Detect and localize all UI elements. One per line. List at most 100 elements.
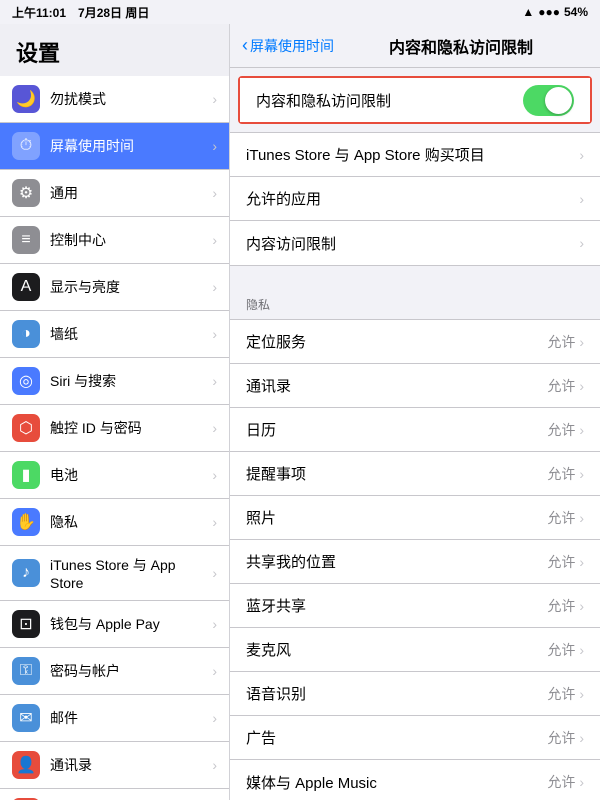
content-restriction-toggle[interactable]	[523, 85, 574, 116]
sidebar-item-label-battery: 电池	[50, 465, 212, 485]
privacy-item-0[interactable]: 定位服务允许›	[230, 320, 600, 364]
chevron-icon-contacts: ›	[212, 757, 217, 773]
privacy-item-6[interactable]: 蓝牙共享允许›	[230, 584, 600, 628]
sidebar-item-itunes[interactable]: ♪iTunes Store 与 App Store›	[0, 546, 229, 601]
purchases-chevron-2: ›	[579, 235, 584, 251]
chevron-icon-privacy: ›	[212, 514, 217, 530]
sidebar-item-label-touch-id: 触控 ID 与密码	[50, 418, 212, 438]
siri-icon: ◎	[12, 367, 40, 395]
sidebar-item-contacts[interactable]: 👤 通讯录›	[0, 742, 229, 789]
signal-icon: ●●●	[538, 5, 560, 19]
privacy-chevron-10: ›	[579, 774, 584, 790]
chevron-icon-touch-id: ›	[212, 420, 217, 436]
purchases-item-1[interactable]: 允许的应用›	[230, 177, 600, 221]
purchases-item-2[interactable]: 内容访问限制›	[230, 221, 600, 265]
privacy-item-8[interactable]: 语音识别允许›	[230, 672, 600, 716]
privacy-item-value-1: 允许	[547, 376, 575, 396]
chevron-icon-control-center: ›	[212, 232, 217, 248]
sidebar-item-label-wallpaper: 墙纸	[50, 324, 212, 344]
sidebar: 设置 🌙勿扰模式›⏱屏幕使用时间›⚙通用›≡控制中心›A显示与亮度›◑墙纸›◎S…	[0, 24, 230, 800]
sidebar-item-label-do-not-disturb: 勿扰模式	[50, 89, 212, 109]
nav-title: 内容和隐私访问限制	[334, 34, 588, 58]
chevron-icon-battery: ›	[212, 467, 217, 483]
wifi-icon: ▲	[522, 5, 534, 19]
privacy-item-2[interactable]: 日历允许›	[230, 408, 600, 452]
privacy-chevron-2: ›	[579, 422, 584, 438]
sidebar-item-display[interactable]: A显示与亮度›	[0, 264, 229, 311]
sidebar-item-label-siri: Siri 与搜索	[50, 371, 212, 391]
privacy-item-1[interactable]: 通讯录允许›	[230, 364, 600, 408]
purchases-section: iTunes Store 与 App Store 购买项目›允许的应用›内容访问…	[230, 124, 600, 266]
sidebar-item-password[interactable]: ⚿密码与帐户›	[0, 648, 229, 695]
content-restriction-label: 内容和隐私访问限制	[256, 90, 523, 111]
purchases-chevron-1: ›	[579, 191, 584, 207]
wallpaper-icon: ◑	[12, 320, 40, 348]
chevron-icon-general: ›	[212, 185, 217, 201]
privacy-chevron-8: ›	[579, 686, 584, 702]
chevron-icon-wallet: ›	[212, 616, 217, 632]
wallet-icon: ⊡	[12, 610, 40, 638]
privacy-item-label-6: 蓝牙共享	[246, 595, 547, 616]
purchases-item-0[interactable]: iTunes Store 与 App Store 购买项目›	[230, 133, 600, 177]
privacy-chevron-5: ›	[579, 554, 584, 570]
privacy-item-label-10: 媒体与 Apple Music	[246, 772, 547, 793]
control-center-icon: ≡	[12, 226, 40, 254]
purchases-list-group: iTunes Store 与 App Store 购买项目›允许的应用›内容访问…	[230, 132, 600, 266]
sidebar-item-siri[interactable]: ◎ Siri 与搜索›	[0, 358, 229, 405]
sidebar-item-wallpaper[interactable]: ◑ 墙纸›	[0, 311, 229, 358]
sidebar-item-battery[interactable]: ▮电池›	[0, 452, 229, 499]
general-icon: ⚙	[12, 179, 40, 207]
nav-back-button[interactable]: ‹ 屏幕使用时间	[242, 35, 334, 56]
privacy-chevron-6: ›	[579, 598, 584, 614]
chevron-icon-siri: ›	[212, 373, 217, 389]
privacy-item-10[interactable]: 媒体与 Apple Music允许›	[230, 760, 600, 800]
purchases-item-label-1: 允许的应用	[246, 188, 579, 209]
sidebar-item-label-control-center: 控制中心	[50, 230, 212, 250]
contacts-icon: 👤	[12, 751, 40, 779]
privacy-item-5[interactable]: 共享我的位置允许›	[230, 540, 600, 584]
chevron-icon-wallpaper: ›	[212, 326, 217, 342]
sidebar-title: 设置	[0, 24, 229, 76]
privacy-item-value-4: 允许	[547, 508, 575, 528]
sidebar-item-wallet[interactable]: ⊡ 钱包与 Apple Pay›	[0, 601, 229, 648]
sidebar-item-general[interactable]: ⚙ 通用›	[0, 170, 229, 217]
sidebar-item-control-center[interactable]: ≡ 控制中心›	[0, 217, 229, 264]
sidebar-item-calendar[interactable]: 📅日历›	[0, 789, 229, 800]
privacy-item-label-9: 广告	[246, 727, 547, 748]
sidebar-item-mail[interactable]: ✉邮件›	[0, 695, 229, 742]
sidebar-item-do-not-disturb[interactable]: 🌙勿扰模式›	[0, 76, 229, 123]
privacy-section: 隐私 定位服务允许›通讯录允许›日历允许›提醒事项允许›照片允许›共享我的位置允…	[230, 282, 600, 800]
privacy-chevron-7: ›	[579, 642, 584, 658]
mail-icon: ✉	[12, 704, 40, 732]
chevron-icon-display: ›	[212, 279, 217, 295]
privacy-item-9[interactable]: 广告允许›	[230, 716, 600, 760]
privacy-item-value-6: 允许	[547, 596, 575, 616]
sidebar-item-privacy[interactable]: ✋隐私›	[0, 499, 229, 546]
privacy-chevron-0: ›	[579, 334, 584, 350]
status-bar-left: 上午11:01 7月28日 周日	[12, 4, 149, 21]
privacy-item-label-4: 照片	[246, 507, 547, 528]
privacy-item-7[interactable]: 麦克风允许›	[230, 628, 600, 672]
privacy-item-value-8: 允许	[547, 684, 575, 704]
chevron-icon-screen-time: ›	[212, 138, 217, 154]
privacy-chevron-1: ›	[579, 378, 584, 394]
privacy-item-value-10: 允许	[547, 772, 575, 792]
privacy-icon: ✋	[12, 508, 40, 536]
content-restriction-toggle-row[interactable]: 内容和隐私访问限制	[240, 78, 590, 122]
right-panel[interactable]: ‹ 屏幕使用时间 内容和隐私访问限制 内容和隐私访问限制 iTunes Stor…	[230, 24, 600, 800]
sidebar-item-screen-time[interactable]: ⏱屏幕使用时间›	[0, 123, 229, 170]
chevron-icon-do-not-disturb: ›	[212, 91, 217, 107]
sidebar-item-label-mail: 邮件	[50, 708, 212, 728]
sidebar-item-label-wallet: 钱包与 Apple Pay	[50, 614, 212, 634]
sidebar-item-touch-id[interactable]: ⬡ 触控 ID 与密码›	[0, 405, 229, 452]
privacy-item-value-2: 允许	[547, 420, 575, 440]
privacy-item-4[interactable]: 照片允许›	[230, 496, 600, 540]
sidebar-item-label-display: 显示与亮度	[50, 277, 212, 297]
sidebar-item-label-general: 通用	[50, 183, 212, 203]
touch-id-icon: ⬡	[12, 414, 40, 442]
privacy-item-label-1: 通讯录	[246, 375, 547, 396]
privacy-item-3[interactable]: 提醒事项允许›	[230, 452, 600, 496]
battery-indicator: 54%	[564, 5, 588, 19]
sidebar-item-label-contacts: 通讯录	[50, 755, 212, 775]
chevron-icon-password: ›	[212, 663, 217, 679]
